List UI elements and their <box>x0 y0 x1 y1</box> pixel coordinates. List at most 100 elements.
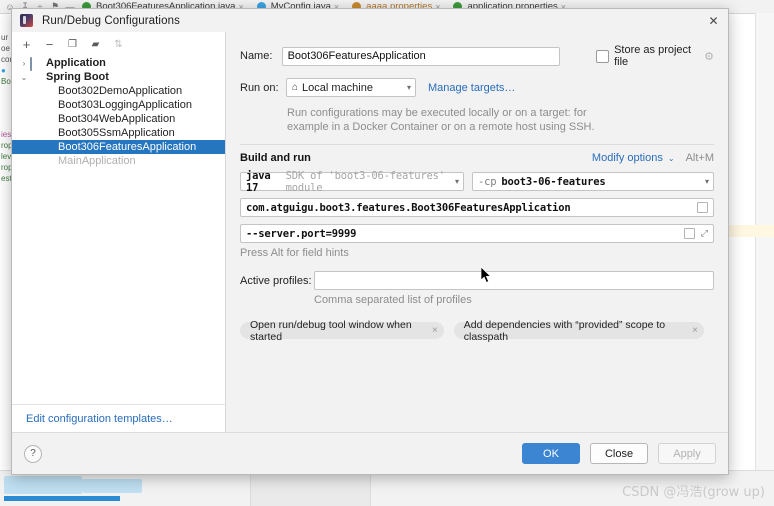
ok-button[interactable]: OK <box>522 443 580 464</box>
tree-item-boot302demoapplication[interactable]: Boot302DemoApplication <box>12 84 225 98</box>
expand-editor-icon[interactable]: ⤢ <box>701 228 708 239</box>
tree-item-label: Spring Boot <box>46 71 109 83</box>
tree-item-boot306featuresapplication[interactable]: Boot306FeaturesApplication <box>12 140 225 154</box>
build-and-run-label: Build and run <box>240 152 311 164</box>
classpath-value: boot3-06-features <box>501 175 606 188</box>
insert-macro-icon[interactable] <box>683 228 695 239</box>
chevron-down-icon[interactable]: ⌄ <box>18 73 30 82</box>
close-icon[interactable]: × <box>692 325 698 336</box>
name-label: Name: <box>240 50 273 62</box>
configurations-toolbar[interactable]: + − ❐ ▰ ⇅ <box>12 32 225 54</box>
divider <box>250 471 251 506</box>
divider <box>240 144 714 145</box>
tree-item-label: Boot303LoggingApplication <box>58 99 192 111</box>
chevron-down-icon[interactable]: ▾ <box>401 83 411 92</box>
close-icon[interactable]: × <box>432 325 438 336</box>
tree-item-application[interactable]: › Application <box>12 56 225 71</box>
main-class-input[interactable]: com.atguigu.boot3.features.Boot306Featur… <box>240 198 714 217</box>
spring-boot-icon <box>42 128 55 139</box>
jre-value: java 17 <box>246 169 271 194</box>
ide-bottom-panel <box>251 471 370 506</box>
home-icon: ⌂ <box>292 82 299 93</box>
application-folder-icon <box>30 56 43 71</box>
spring-boot-icon <box>42 100 55 111</box>
close-button[interactable]: Close <box>590 443 648 464</box>
active-profiles-row: Active profiles: <box>226 271 728 290</box>
dialog-action-buttons: OK Close Apply <box>522 443 716 464</box>
tree-item-spring-boot[interactable]: ⌄ Spring Boot <box>12 70 225 84</box>
program-arguments-row: --server.port=9999 ⤢ <box>226 224 728 243</box>
run-on-description: Run configurations may be executed local… <box>226 107 728 133</box>
tree-item-boot305ssmapplication[interactable]: Boot305SsmApplication <box>12 126 225 140</box>
tree-item-label: MainApplication <box>58 155 136 167</box>
copy-configuration-button[interactable]: ❐ <box>66 38 79 51</box>
jdk-classpath-row: java 17 SDK of 'boot3-06-features' modul… <box>226 169 728 194</box>
add-configuration-button[interactable]: + <box>20 38 33 51</box>
dialog-title-bar: Run/Debug Configurations ✕ <box>12 9 728 33</box>
name-row: Name: Boot306FeaturesApplication Store a… <box>226 44 728 68</box>
active-profiles-input[interactable] <box>314 271 714 290</box>
description-line-1: Run configurations may be executed local… <box>287 107 587 119</box>
store-as-project-file-label: Store as project file <box>614 44 692 68</box>
options-chips-row: Open run/debug tool window when started … <box>226 319 728 343</box>
tree-item-label: Boot304WebApplication <box>58 113 176 125</box>
chevron-down-icon[interactable]: ▾ <box>699 177 709 186</box>
field-hints-text: Press Alt for field hints <box>240 247 349 259</box>
chevron-right-icon[interactable]: › <box>18 59 30 68</box>
configurations-tree[interactable]: › Application ⌄ Spring Boot Boot302DemoA… <box>12 54 225 404</box>
watermark: CSDN @冯浩(grow up) <box>622 485 765 500</box>
chip-open-run-debug-tool-window[interactable]: Open run/debug tool window when started … <box>240 319 444 343</box>
ide-bottom-blob <box>82 479 142 493</box>
modify-options-link[interactable]: Modify options <box>592 152 663 164</box>
remove-configuration-button[interactable]: − <box>43 38 56 51</box>
main-class-value: com.atguigu.boot3.features.Boot306Featur… <box>246 201 571 214</box>
spring-boot-icon <box>42 156 55 167</box>
active-profiles-hint-row: Comma separated list of profiles <box>226 294 728 306</box>
sort-configurations-button[interactable]: ⇅ <box>112 38 125 51</box>
manage-targets-link[interactable]: Manage targets… <box>428 82 515 94</box>
dialog-footer: ? OK Close Apply <box>12 432 728 474</box>
modify-options-shortcut: Alt+M <box>685 152 714 164</box>
ide-right-strip <box>755 13 774 470</box>
program-arguments-input[interactable]: --server.port=9999 ⤢ <box>240 224 714 243</box>
chip-label: Add dependencies with “provided” scope t… <box>463 318 666 343</box>
jre-dropdown[interactable]: java 17 SDK of 'boot3-06-features' modul… <box>240 169 464 194</box>
jre-module-hint: SDK of 'boot3-06-features' module <box>285 169 445 194</box>
spring-boot-icon <box>30 72 43 83</box>
move-into-folder-button[interactable]: ▰ <box>89 38 102 51</box>
active-profiles-label: Active profiles: <box>240 274 312 287</box>
chevron-down-icon[interactable]: ⌄ <box>668 154 675 163</box>
run-on-dropdown[interactable]: ⌂ Local machine ▾ <box>286 78 416 97</box>
edit-configuration-templates-link[interactable]: Edit configuration templates… <box>26 413 173 425</box>
chip-add-provided-scope-dependencies[interactable]: Add dependencies with “provided” scope t… <box>453 319 704 343</box>
active-profiles-hint: Comma separated list of profiles <box>314 294 472 306</box>
store-as-project-file-checkbox[interactable] <box>596 49 610 63</box>
main-class-row: com.atguigu.boot3.features.Boot306Featur… <box>226 198 728 217</box>
configuration-form: Name: Boot306FeaturesApplication Store a… <box>226 32 728 433</box>
run-on-label: Run on: <box>240 81 279 94</box>
spring-boot-icon <box>42 114 55 125</box>
tree-item-label: Boot302DemoApplication <box>58 85 183 97</box>
field-hints-row: Press Alt for field hints <box>226 247 728 259</box>
tree-item-boot303loggingapplication[interactable]: Boot303LoggingApplication <box>12 98 225 112</box>
description-line-2: example in a Docker Container or on a re… <box>287 121 595 133</box>
close-icon[interactable]: ✕ <box>705 12 722 29</box>
ide-bottom-progress <box>4 496 120 501</box>
chevron-down-icon[interactable]: ▾ <box>449 177 459 186</box>
configurations-panel: + − ❐ ▰ ⇅ › Application ⌄ Spring Boot Bo… <box>12 32 226 433</box>
gear-icon[interactable]: ⚙ <box>704 50 714 63</box>
run-on-row: Run on: ⌂ Local machine ▾ Manage targets… <box>226 78 728 97</box>
spring-boot-icon <box>42 142 55 153</box>
apply-button[interactable]: Apply <box>658 443 716 464</box>
classpath-dropdown[interactable]: -cp boot3-06-features ▾ <box>472 172 714 191</box>
tree-item-mainapplication[interactable]: MainApplication <box>12 154 225 168</box>
edit-templates-row: Edit configuration templates… <box>12 404 225 433</box>
ide-bottom-blob <box>4 476 82 494</box>
name-input[interactable]: Boot306FeaturesApplication <box>281 46 561 66</box>
tree-item-boot304webapplication[interactable]: Boot304WebApplication <box>12 112 225 126</box>
run-on-value: Local machine <box>302 81 373 94</box>
chip-label: Open run/debug tool window when started <box>250 318 412 343</box>
tree-item-label: Application <box>46 57 106 69</box>
browse-main-class-icon[interactable] <box>697 202 708 213</box>
help-button[interactable]: ? <box>24 444 42 463</box>
